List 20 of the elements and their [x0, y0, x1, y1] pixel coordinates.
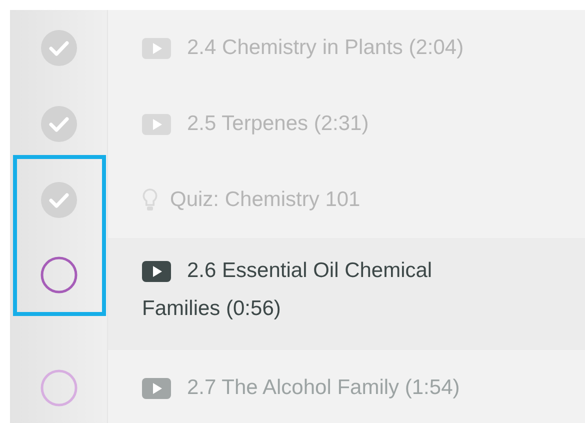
- lesson-title[interactable]: 2.4 Chemistry in Plants (2:04): [142, 29, 508, 67]
- lesson-title[interactable]: 2.7 The Alcohol Family (1:54): [142, 369, 508, 407]
- empty-circle-icon[interactable]: [40, 256, 78, 294]
- check-circle-icon[interactable]: [40, 105, 78, 143]
- play-icon: [142, 114, 171, 135]
- lesson-title[interactable]: 2.6 Essential Oil Chemical Families (0:56): [142, 252, 508, 328]
- lesson-row[interactable]: 2.7 The Alcohol Family (1:54): [10, 350, 585, 423]
- lesson-row[interactable]: 2.4 Chemistry in Plants (2:04): [10, 10, 585, 86]
- play-icon: [142, 38, 171, 59]
- play-icon: [142, 378, 171, 399]
- empty-circle-icon[interactable]: [40, 369, 78, 407]
- lesson-row[interactable]: 2.6 Essential Oil Chemical Families (0:56): [10, 238, 585, 350]
- lesson-row[interactable]: Quiz: Chemistry 101: [10, 162, 585, 238]
- check-circle-icon[interactable]: [40, 29, 78, 67]
- lesson-title[interactable]: 2.5 Terpenes (2:31): [142, 105, 508, 143]
- lightbulb-icon: [142, 188, 158, 212]
- play-icon: [142, 261, 171, 282]
- check-circle-icon[interactable]: [40, 181, 78, 219]
- lesson-title[interactable]: Quiz: Chemistry 101: [142, 181, 508, 219]
- lesson-row[interactable]: 2.5 Terpenes (2:31): [10, 86, 585, 162]
